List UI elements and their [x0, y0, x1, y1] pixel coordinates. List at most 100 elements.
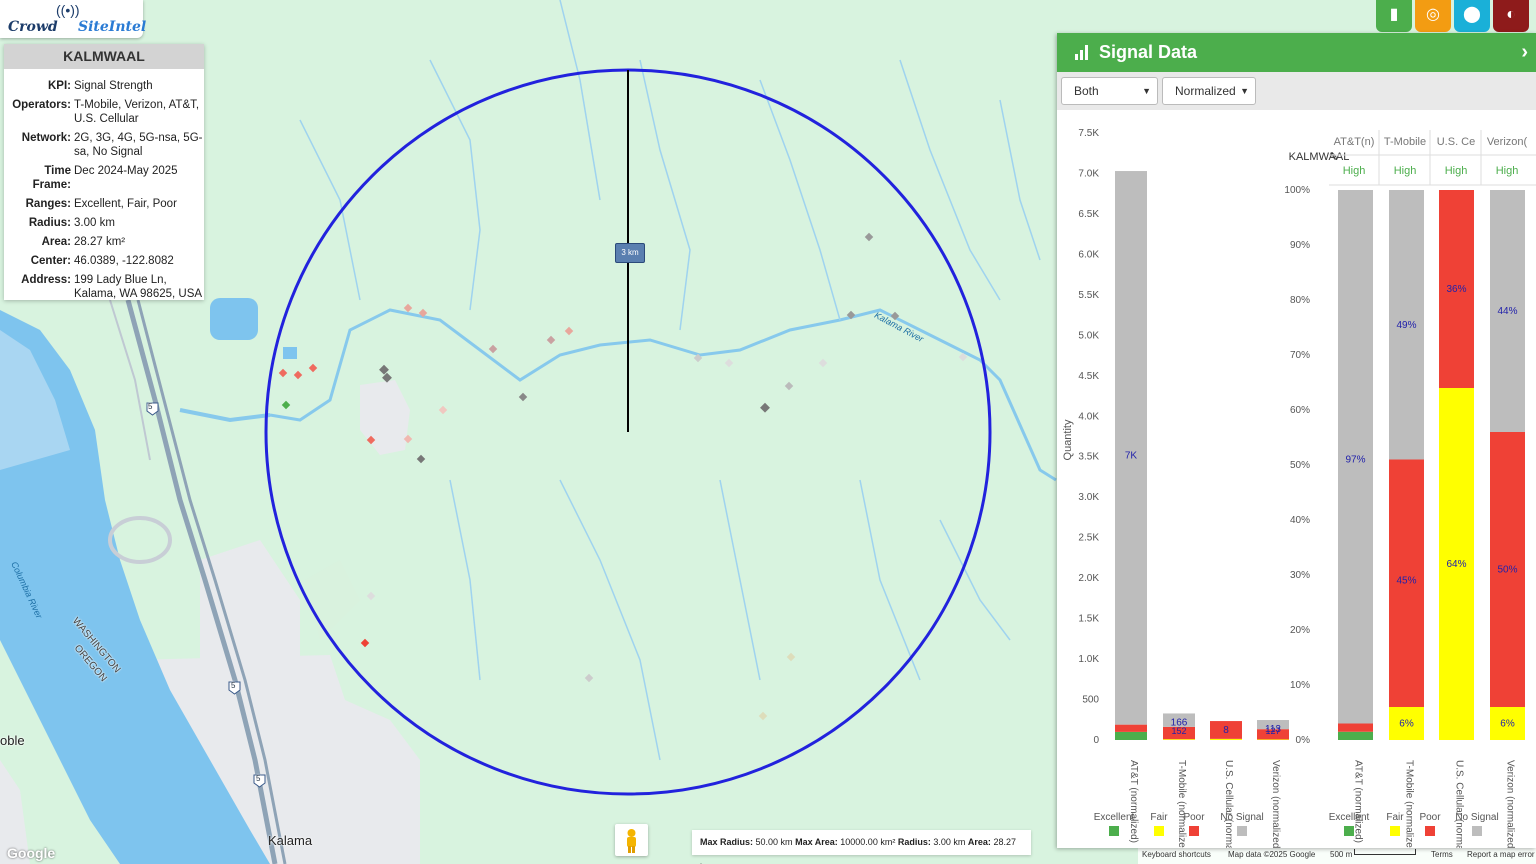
y-tick-label: 2.5K [1078, 533, 1099, 544]
collapse-chevron-icon[interactable]: › [1521, 33, 1528, 72]
segment-data-label: 64% [1446, 559, 1466, 570]
map-data-text: Map data ©2025 Google [1228, 850, 1316, 859]
chart-icon: ▮ [1389, 6, 1399, 23]
antenna-icon: ((•)) [56, 2, 80, 18]
scale-text[interactable]: 500 m [1330, 850, 1352, 859]
segment-data-label: 50% [1497, 565, 1517, 576]
segment-data-label: 6% [1399, 719, 1414, 730]
y-tick-label: 5.0K [1078, 330, 1099, 341]
legend-label: No Signal [1455, 812, 1498, 823]
x-tick-label: Verizon (normalized) [1270, 760, 1281, 848]
panel-title: Signal Data [1099, 42, 1198, 62]
y-tick-label: 7.5K [1078, 128, 1099, 139]
table-value: High [1394, 165, 1417, 177]
street-view-pegman[interactable] [615, 824, 648, 856]
segment-data-label: 36% [1446, 284, 1466, 295]
pin-button[interactable]: ⬤ [1454, 0, 1490, 32]
legend-label: Poor [1419, 812, 1441, 823]
legend-swatch [1189, 826, 1199, 836]
chart-button[interactable]: ▮ [1376, 0, 1412, 32]
legend-label: Fair [1386, 812, 1404, 823]
distance-label[interactable]: 3 km [615, 243, 645, 263]
edit-pencil-icon: ✎ [1329, 151, 1338, 163]
bar-segment [1338, 723, 1373, 732]
info-value: Signal Strength [74, 80, 153, 92]
app-logo[interactable]: ((•)) Crowd SiteIntel [0, 0, 146, 38]
panel-header: Signal Data › [1057, 33, 1536, 72]
info-panel: KALMWAAL KPI: Signal Strength Operators: T-… [4, 44, 204, 300]
info-value: 2G, 3G, 4G, 5G-nsa, 5G-sa, No Signal [74, 132, 203, 158]
keyboard-shortcuts-link[interactable]: Keyboard shortcuts [1142, 850, 1211, 859]
x-tick-label: U.S. Cellular (normalized) [1223, 760, 1234, 848]
bar-segment [1115, 171, 1147, 725]
legend-label: Excellent [1094, 812, 1135, 823]
chevron-down-icon: ▼ [1142, 86, 1151, 96]
table-value: High [1496, 165, 1519, 177]
y-tick-label: 6.0K [1078, 249, 1099, 260]
y-tick-label: 60% [1290, 405, 1310, 416]
y-tick-label: 80% [1290, 295, 1310, 306]
y-tick-label: 90% [1290, 240, 1310, 251]
x-tick-label: U.S. Cellular (normalized) [1454, 760, 1465, 848]
legend-label: Fair [1150, 812, 1168, 823]
bar-segment [1257, 739, 1289, 740]
bar-data-sublabel: 152 [1171, 726, 1186, 736]
info-key: Address: [21, 274, 71, 286]
google-logo[interactable]: Google [7, 845, 55, 861]
interstate-shield-label: 5 [256, 774, 261, 783]
y-tick-label: 1.0K [1078, 654, 1099, 665]
bar-data-sublabel: 127 [1265, 726, 1280, 736]
y-tick-label: 500 [1082, 695, 1099, 706]
report-error-link[interactable]: Report a map error [1467, 850, 1535, 859]
info-key: KPI: [48, 80, 71, 92]
legend-label: Poor [1183, 812, 1205, 823]
legend-label: Excellent [1329, 812, 1370, 823]
target-button[interactable]: ◎ [1415, 0, 1451, 32]
bar-chart-icon [1075, 45, 1088, 60]
terms-link[interactable]: Terms [1431, 850, 1453, 859]
globe-icon: ◐ [1506, 6, 1516, 23]
segment-data-label: 6% [1500, 719, 1515, 730]
bar-data-label: 7K [1125, 451, 1138, 462]
info-key: Time Frame: [32, 165, 71, 191]
chart-title: KALMWAAL [1289, 151, 1350, 163]
table-value: High [1445, 165, 1468, 177]
y-tick-label: 1.5K [1078, 614, 1099, 625]
info-row: Area: 28.27 km² [4, 233, 204, 252]
x-tick-label: Verizon (normalized) [1505, 760, 1516, 848]
table-value: High [1343, 165, 1366, 177]
info-key: Radius: [28, 217, 71, 229]
info-key: Operators: [12, 99, 71, 111]
table-header: Verizon( [1487, 136, 1528, 148]
interstate-shield-label: 5 [231, 681, 236, 690]
info-table: KPI: Signal Strength Operators: T-Mobile, V… [4, 77, 204, 304]
table-header: AT&T(n) [1334, 136, 1375, 148]
y-tick-label: 10% [1290, 680, 1310, 691]
info-row: Address: 199 Lady Blue Ln, Kalama, WA 986… [4, 271, 204, 304]
mode-select[interactable]: Normalized ▼ [1162, 77, 1256, 105]
y-tick-label: 3.5K [1078, 452, 1099, 463]
logo-text-crowd: Crowd [8, 19, 58, 35]
y-axis-label: Quantity [1062, 419, 1074, 460]
place-label: oble [0, 733, 25, 748]
pegman-icon [627, 829, 636, 853]
info-key: Ranges: [25, 198, 71, 210]
info-value: 3.00 km [74, 217, 115, 229]
legend-swatch [1472, 826, 1482, 836]
info-key: Area: [41, 236, 71, 248]
legend-label: No Signal [1220, 812, 1263, 823]
y-tick-label: 40% [1290, 515, 1310, 526]
info-row: Ranges: Excellent, Fair, Poor [4, 195, 204, 214]
legend-swatch [1344, 826, 1354, 836]
y-tick-label: 30% [1290, 570, 1310, 581]
direction-select[interactable]: Both ▼ [1061, 77, 1158, 105]
y-tick-label: 4.5K [1078, 371, 1099, 382]
segment-data-label: 49% [1396, 320, 1416, 331]
legend-swatch [1425, 826, 1435, 836]
y-tick-label: 20% [1290, 625, 1310, 636]
info-value: T-Mobile, Verizon, AT&T, U.S. Cellular [74, 99, 200, 125]
legend-swatch [1390, 826, 1400, 836]
globe-button[interactable]: ◐ [1493, 0, 1529, 32]
y-tick-label: 0% [1296, 735, 1311, 746]
y-tick-label: 6.5K [1078, 209, 1099, 220]
